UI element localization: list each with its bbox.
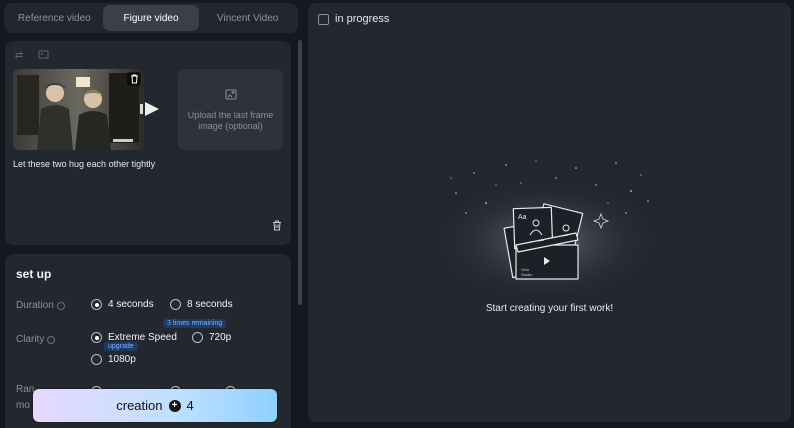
swap-icon[interactable]: ⇄ — [13, 49, 25, 61]
radio-icon[interactable] — [170, 299, 181, 310]
play-arrow-icon — [140, 102, 160, 121]
setup-title: set up — [16, 267, 52, 281]
duration-4s-option[interactable]: 4 seconds — [91, 299, 154, 310]
tool-icons: ⇄ — [13, 49, 49, 61]
radio-icon[interactable] — [192, 332, 203, 343]
in-progress-label: in progress — [335, 13, 390, 25]
results-panel: in progress Aa Vidu Studio Start creatin… — [308, 3, 791, 422]
illustration-aa: Aa — [518, 214, 527, 221]
image-crop-icon[interactable] — [37, 49, 49, 61]
upgrade-badge[interactable]: upgrade — [104, 342, 138, 351]
remaining-badge: 3 times remaining — [163, 319, 227, 328]
empty-state-text: Start creating your first work! — [485, 303, 614, 314]
info-icon[interactable] — [47, 335, 56, 344]
in-progress-checkbox[interactable] — [318, 13, 329, 25]
in-progress-filter[interactable]: in progress — [318, 13, 389, 25]
creation-button[interactable]: creation + 4 — [33, 389, 277, 422]
delete-prompt-icon[interactable] — [272, 218, 282, 236]
clarity-label: Clarity — [16, 334, 56, 345]
radio-icon[interactable] — [91, 354, 102, 365]
last-frame-label: Upload the last frame image (optional) — [187, 109, 274, 131]
clarity-1080p-option[interactable]: 1080p — [91, 354, 136, 365]
image-upload-icon — [225, 88, 237, 106]
tab-vincent-video[interactable]: Vincent Video — [199, 5, 296, 31]
empty-state-illustration: Aa Vidu Studio — [426, 153, 666, 298]
ratio-label: Ran mo — [16, 384, 35, 411]
duration-8s-option[interactable]: 8 seconds — [170, 299, 233, 310]
prompt-text[interactable]: Let these two hug each other tightly — [13, 159, 155, 169]
left-panel: Reference video Figure video Vincent Vid… — [0, 0, 302, 428]
first-frame-thumbnail[interactable] — [13, 69, 144, 150]
last-frame-upload[interactable]: Upload the last frame image (optional) — [178, 69, 283, 150]
creation-label: creation — [116, 398, 163, 413]
radio-icon[interactable] — [91, 299, 102, 310]
credit-icon: + — [168, 399, 181, 412]
scrollbar[interactable] — [298, 40, 302, 305]
info-icon[interactable] — [56, 301, 65, 310]
creation-cost: 4 — [186, 398, 194, 413]
radio-icon[interactable] — [91, 332, 102, 343]
illustration-brand-2: Studio — [521, 272, 533, 277]
tab-reference-video[interactable]: Reference video — [6, 5, 103, 31]
mode-tabs: Reference video Figure video Vincent Vid… — [4, 3, 298, 33]
duration-label: Duration — [16, 300, 65, 311]
upload-card: ⇄ Upload the last frame image (optional)… — [5, 41, 291, 245]
delete-first-frame-button[interactable] — [127, 72, 141, 86]
tab-figure-video[interactable]: Figure video — [102, 5, 200, 31]
clarity-720p-option[interactable]: 720p — [192, 332, 231, 343]
